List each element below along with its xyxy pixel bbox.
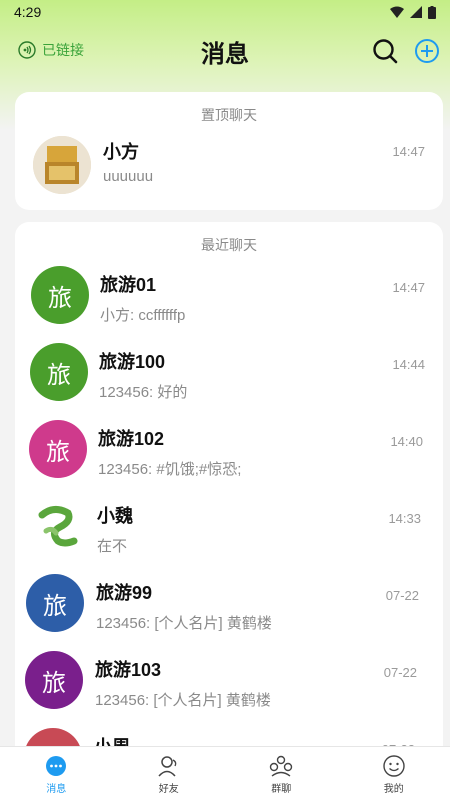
tab-label: 群聊 xyxy=(271,784,292,795)
chat-last-message: 123456: [个人名片] 黄鹤楼 xyxy=(95,692,271,709)
tab-messages[interactable]: 消息 xyxy=(0,747,113,800)
chat-last-message: 在不 xyxy=(97,538,128,555)
status-time: 4:29 xyxy=(14,4,42,20)
tab-me[interactable]: 我的 xyxy=(338,747,450,800)
chat-last-message: 123456: #饥饿;#惊恐; xyxy=(98,461,242,478)
chat-name: 旅游103 xyxy=(95,660,162,680)
chat-name: 小方 xyxy=(103,142,139,162)
chat-name: 旅游01 xyxy=(100,275,157,295)
recent-section-title: 最近聊天 xyxy=(201,237,257,253)
chat-last-message: 小方: ccffffffp xyxy=(100,307,186,324)
smiley-icon xyxy=(383,755,405,777)
chat-row[interactable]: 旅 旅游100 123456: 好的 14:44 xyxy=(15,335,443,412)
status-icons xyxy=(390,5,436,19)
green-swirl-logo-icon xyxy=(38,506,78,547)
tab-groups[interactable]: 群聊 xyxy=(225,747,338,800)
battery-icon xyxy=(428,5,436,19)
add-icon[interactable] xyxy=(414,38,440,64)
chat-row[interactable]: 小方 uuuuuu 14:47 xyxy=(15,126,443,203)
tab-label: 好友 xyxy=(158,784,179,795)
tab-label: 我的 xyxy=(383,784,404,795)
chat-row[interactable]: 旅 旅游103 123456: [个人名片] 黄鹤楼 07-22 xyxy=(15,643,443,720)
avatar: 旅 xyxy=(31,266,89,324)
header: 已链接 消息 xyxy=(0,28,450,76)
avatar: 旅 xyxy=(26,574,84,632)
avatar: 旅 xyxy=(30,343,88,401)
chat-last-message: 123456: [个人名片] 黄鹤楼 xyxy=(96,615,272,632)
tab-label: 消息 xyxy=(46,784,67,795)
chat-row[interactable]: 小魏 在不 14:33 xyxy=(15,489,443,566)
pinned-section-title: 置顶聊天 xyxy=(201,107,257,123)
chat-time: 14:47 xyxy=(392,280,425,295)
chat-time: 07-22 xyxy=(385,588,419,603)
chat-bubble-icon xyxy=(46,756,67,776)
bottom-tab-bar: 消息 好友 群聊 我的 xyxy=(0,746,450,800)
pinned-chats-card: 置顶聊天 小方 uuuuuu 14:47 xyxy=(15,92,443,210)
chat-time: 14:40 xyxy=(390,434,423,449)
search-icon[interactable] xyxy=(372,38,398,64)
recent-chats-card: 最近聊天 旅 旅游01 小方: ccffffffp 14:47 旅 旅游100 … xyxy=(15,222,443,762)
group-icon xyxy=(270,755,293,777)
chat-last-message: 123456: 好的 xyxy=(99,384,188,401)
avatar xyxy=(28,497,86,555)
avatar: 旅 xyxy=(25,651,83,709)
chat-name: 旅游99 xyxy=(96,583,153,603)
friends-icon xyxy=(158,756,177,777)
chat-name: 旅游100 xyxy=(99,352,166,372)
chat-name: 小魏 xyxy=(97,506,133,526)
wifi-icon xyxy=(390,6,404,18)
product-photo-icon xyxy=(33,136,91,194)
chat-row[interactable]: 旅 旅游01 小方: ccffffffp 14:47 xyxy=(15,258,443,335)
chat-row[interactable]: 旅 旅游99 123456: [个人名片] 黄鹤楼 07-22 xyxy=(15,566,443,643)
chat-time: 14:33 xyxy=(388,511,421,526)
chat-name: 旅游102 xyxy=(98,429,165,449)
avatar: 旅 xyxy=(29,420,87,478)
chat-row[interactable]: 旅 旅游102 123456: #饥饿;#惊恐; 14:40 xyxy=(15,412,443,489)
chat-last-message: uuuuuu xyxy=(103,168,154,185)
status-bar: 4:29 xyxy=(0,0,450,24)
chat-time: 07-22 xyxy=(383,665,417,680)
chat-time: 14:47 xyxy=(392,144,425,159)
avatar xyxy=(33,136,91,194)
chat-time: 14:44 xyxy=(392,357,425,372)
signal-icon xyxy=(410,6,422,18)
tab-friends[interactable]: 好友 xyxy=(113,747,226,800)
